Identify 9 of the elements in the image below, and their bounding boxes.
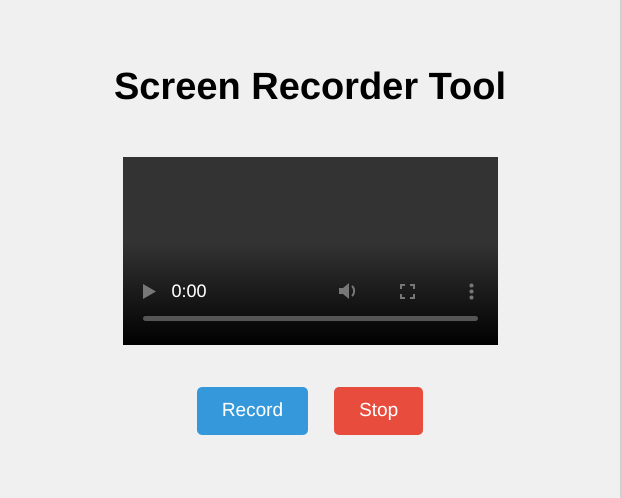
play-icon[interactable] <box>142 284 156 298</box>
volume-icon[interactable] <box>338 282 358 300</box>
time-display: 0:00 <box>172 280 207 302</box>
fullscreen-icon[interactable] <box>400 284 414 298</box>
page-title: Screen Recorder Tool <box>112 65 508 110</box>
record-button[interactable]: Record <box>196 387 308 435</box>
progress-track[interactable] <box>142 316 478 321</box>
stop-button[interactable]: Stop <box>334 387 424 435</box>
more-options-icon[interactable] <box>468 282 474 300</box>
